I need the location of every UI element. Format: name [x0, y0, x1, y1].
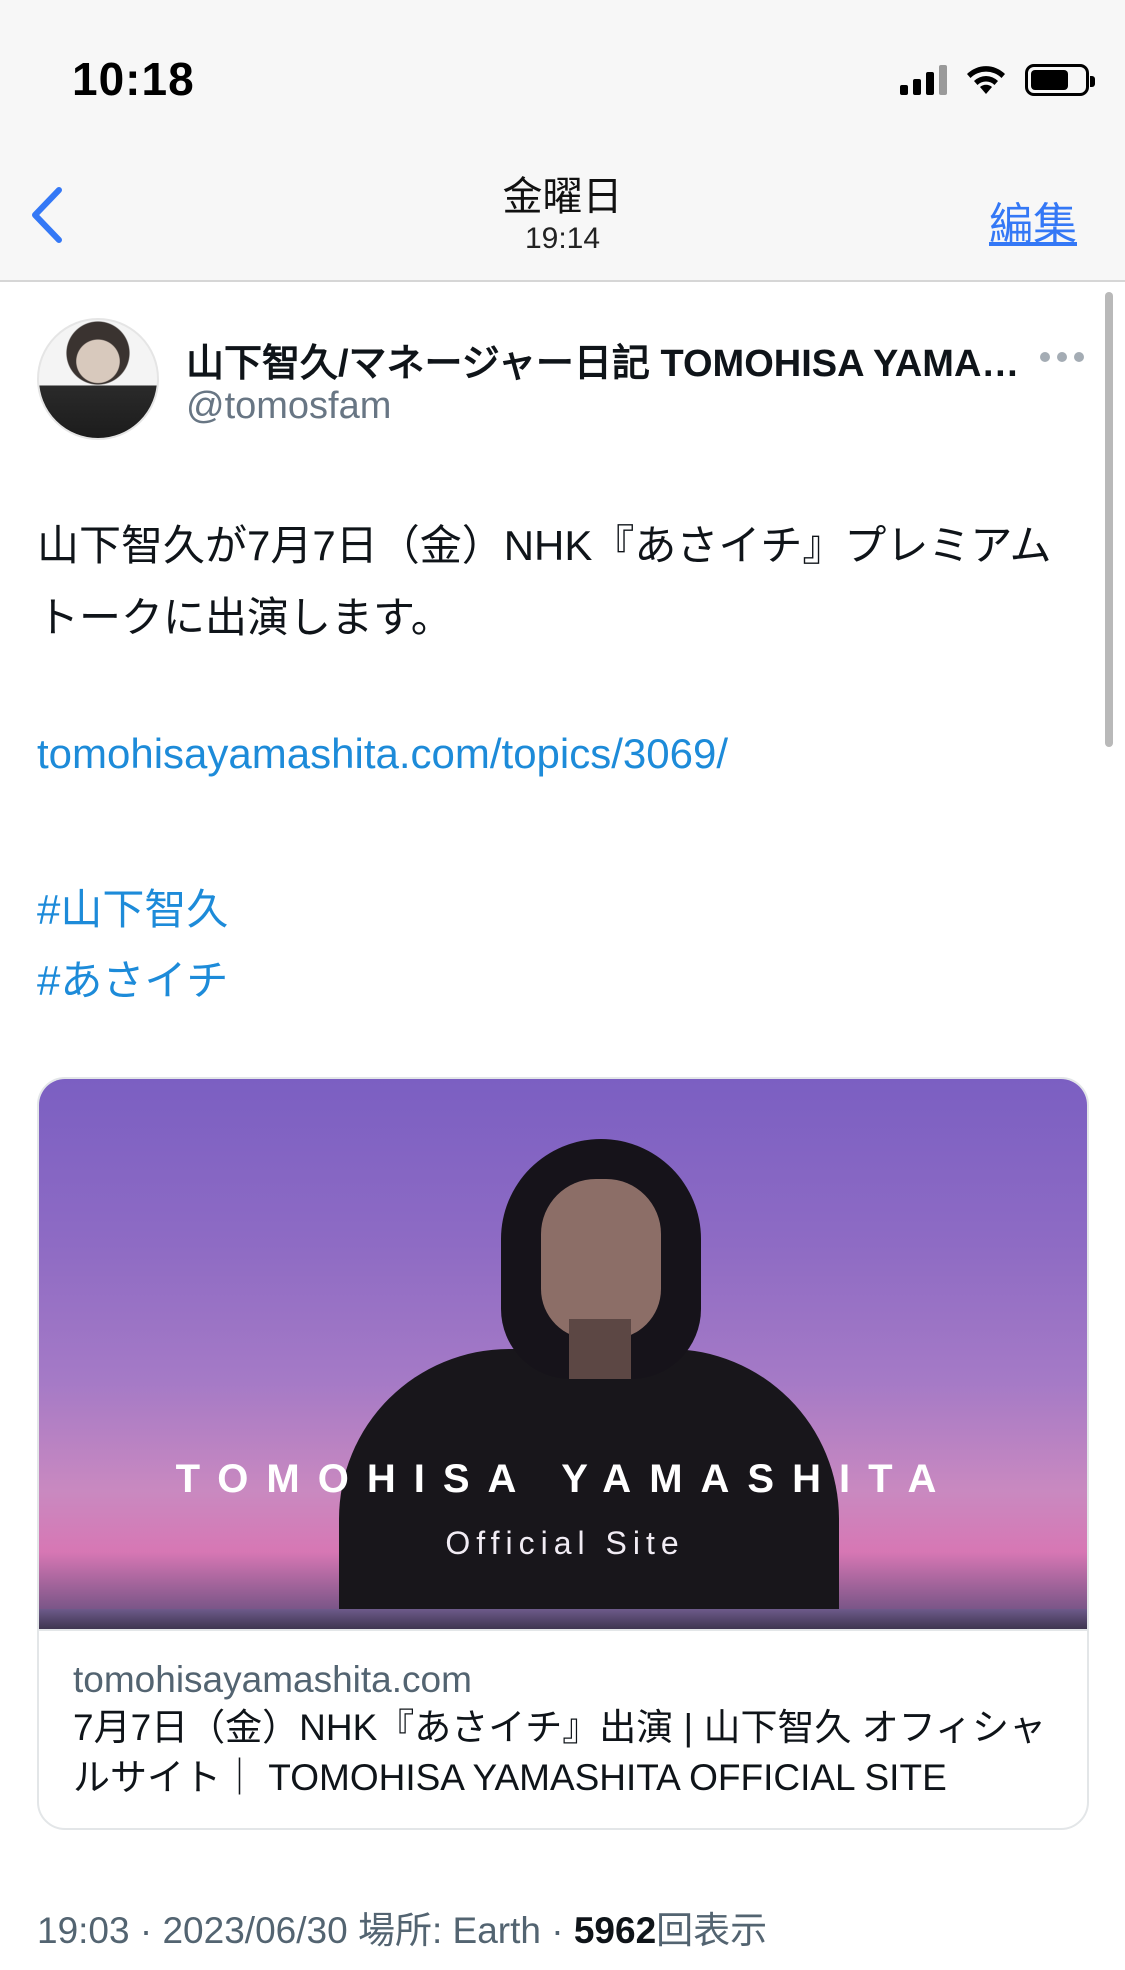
meta-separator: · [129, 1910, 163, 1951]
card-domain: tomohisayamashita.com [73, 1659, 472, 1700]
card-person-face [541, 1179, 661, 1339]
card-meta: tomohisayamashita.com 7月7日（金）NHK『あさイチ』出演… [39, 1629, 1087, 1828]
wifi-icon [967, 66, 1005, 94]
view-count: 5962 [573, 1910, 657, 1951]
status-icons [900, 60, 1095, 100]
edit-button[interactable]: 編集 [989, 188, 1077, 252]
card-art-subtitle: Official Site [445, 1525, 685, 1561]
link-preview-card[interactable]: TOMOHISA YAMASHITA Official Site tomohis… [37, 1077, 1089, 1830]
view-label: 回表示 [656, 1910, 768, 1951]
battery-nub [1090, 76, 1095, 87]
more-options-icon[interactable] [1040, 352, 1084, 362]
card-horizon [39, 1609, 1087, 1629]
hashtag-yamashita[interactable]: #山下智久 [37, 876, 228, 937]
tweet-meta: 19:03 · 2023/06/30 場所: Earth · 5962回表示 [37, 1900, 767, 1954]
card-title: 7月7日（金）NHK『あさイチ』出演 | 山下智久 オフィシャルサイト｜ TOM… [73, 1707, 1046, 1798]
card-person-neck [569, 1319, 631, 1379]
avatar[interactable] [37, 318, 159, 440]
tweet-text: 山下智久が7月7日（金）NHK『あさイチ』プレミアムトークに出演します。 [37, 522, 1052, 641]
tweet-time: 19:03 [37, 1910, 130, 1951]
tweet-link[interactable]: tomohisayamashita.com/topics/3069/ [37, 730, 728, 778]
cellular-signal-icon [900, 65, 947, 95]
top-bar: 10:18 金曜日 19:14 編集 [0, 0, 1125, 282]
scrollbar[interactable] [1105, 292, 1113, 747]
status-time: 10:18 [72, 53, 195, 105]
tweet-detail-screen: 10:18 金曜日 19:14 編集 山下智久/マネージャー日記 TOMOHIS… [0, 0, 1125, 1970]
hashtag-asaichi[interactable]: #あさイチ [37, 947, 228, 1008]
tweet-location: 場所: Earth [357, 1910, 541, 1951]
nav-title: 金曜日 [502, 175, 623, 219]
tweet-date: 2023/06/30 [162, 1910, 348, 1951]
card-art-title: TOMOHISA YAMASHITA [175, 1457, 955, 1501]
user-handle[interactable]: @tomosfam [186, 385, 391, 428]
meta-separator: · [540, 1910, 574, 1951]
nav-subtitle: 19:14 [524, 222, 601, 255]
display-name[interactable]: 山下智久/マネージャー日記 TOMOHISA YAMASHITA [186, 332, 1026, 387]
battery-icon [1025, 64, 1095, 96]
card-image: TOMOHISA YAMASHITA Official Site [39, 1079, 1087, 1629]
battery-level [1031, 70, 1068, 90]
